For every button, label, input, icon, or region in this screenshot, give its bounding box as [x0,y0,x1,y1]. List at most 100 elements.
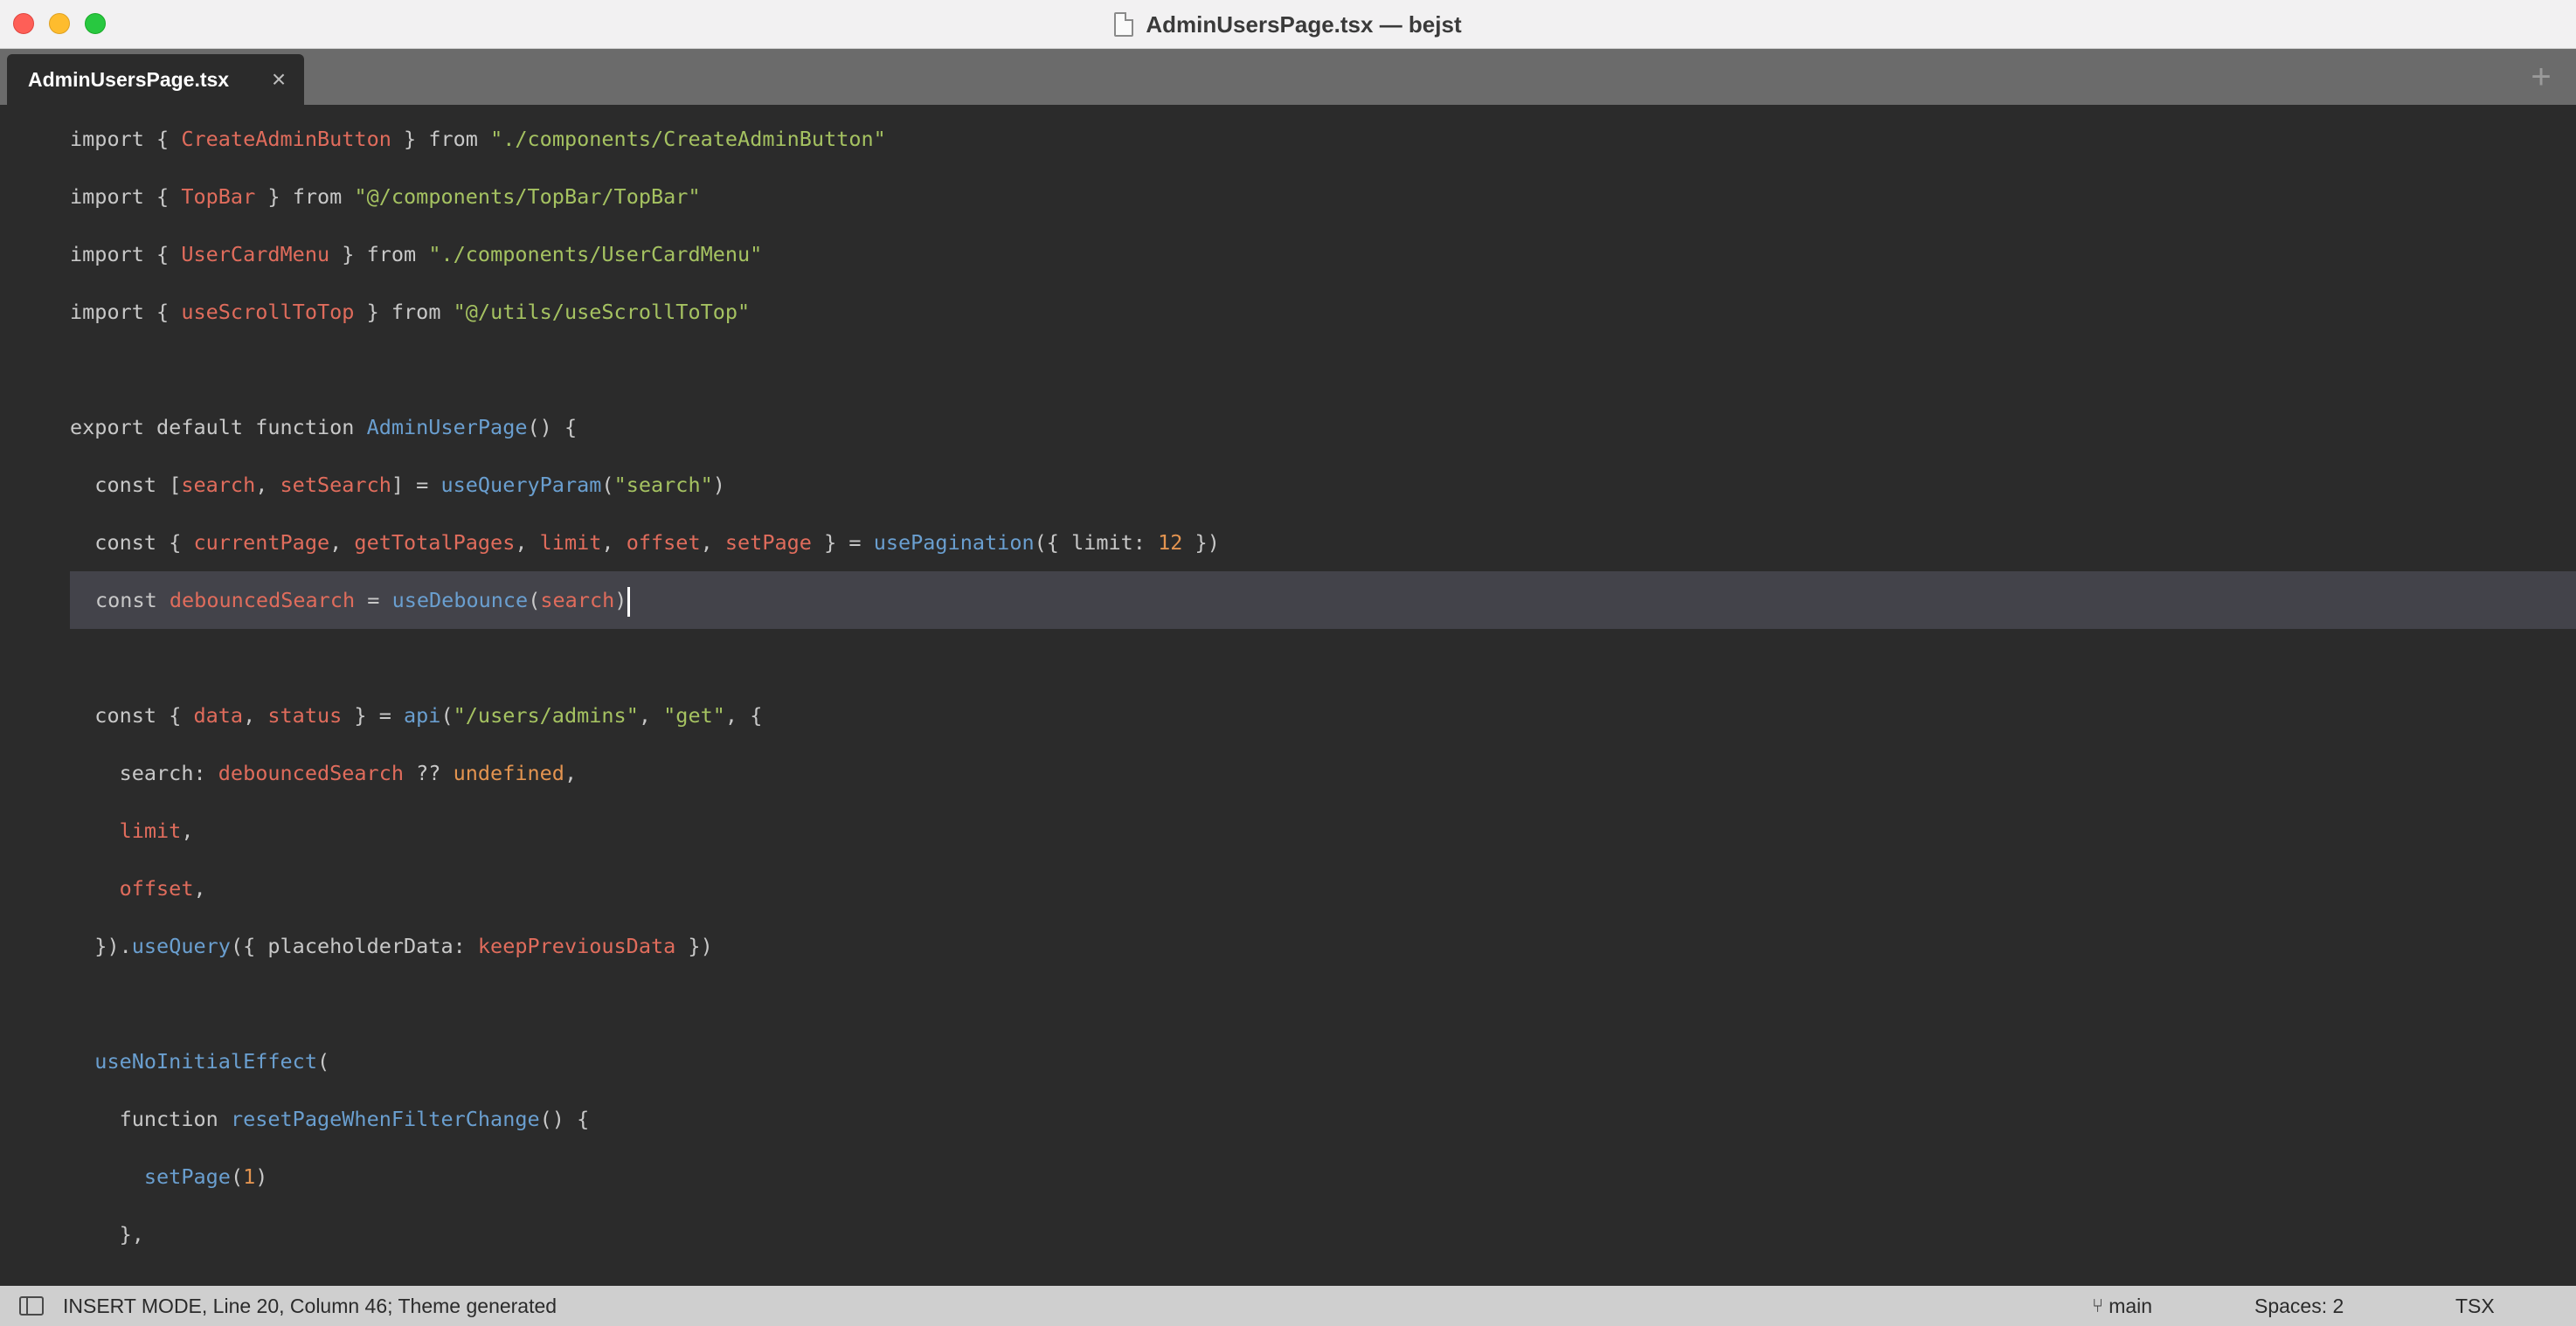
code-token: } = [811,530,874,555]
code-token: } [354,300,391,324]
code-line-active[interactable]: const debouncedSearch = useDebounce(sear… [70,571,2576,629]
code-token: , [181,818,194,843]
code-line[interactable]: function resetPageWhenFilterChange() { [0,1090,2576,1148]
code-token: "@/utils/useScrollToTop" [453,300,751,324]
code-line[interactable]: import { useScrollToTop } from "@/utils/… [0,283,2576,341]
code-token: } [255,184,293,209]
code-line[interactable]: limit, [0,802,2576,860]
code-text: function resetPageWhenFilterChange() { [70,1090,590,1148]
status-mode: INSERT MODE, Line 20, Column 46; Theme g… [63,1295,557,1317]
code-token: = [355,588,392,612]
code-token: limit [539,530,602,555]
title-bar: AdminUsersPage.tsx — bejst [0,0,2576,49]
code-text: import { useScrollToTop } from "@/utils/… [70,283,750,341]
code-line[interactable]: import { UserCardMenu } from "./componen… [0,225,2576,283]
code-token: useScrollToTop [181,300,355,324]
code-token: ( [528,588,541,612]
syntax-selector[interactable]: TSX [2455,1286,2495,1326]
code-line[interactable]: offset, [0,860,2576,917]
code-line[interactable] [0,629,2576,687]
code-token: { [156,242,182,266]
code-line[interactable]: import { TopBar } from "@/components/Top… [0,168,2576,225]
code-line[interactable] [0,341,2576,398]
code-token: CreateAdminButton [181,127,391,151]
code-token: api [404,703,441,728]
sidebar-toggle-icon[interactable] [19,1296,44,1316]
code-text: const { currentPage, getTotalPages, limi… [70,514,1220,571]
code-token: const [70,473,170,497]
code-token: }) [1182,530,1220,555]
code-token: } [391,127,429,151]
code-line[interactable]: setPage(1) [0,1148,2576,1205]
code-token: } = [342,703,405,728]
code-token: "/users/admins" [453,703,639,728]
code-line[interactable]: import { CreateAdminButton } from "./com… [0,110,2576,168]
code-line[interactable]: useNoInitialEffect( [0,1032,2576,1090]
code-token: , [329,530,355,555]
code-token: () { [527,415,578,439]
new-tab-button[interactable]: + [2524,59,2559,94]
code-text: limit, [70,802,194,860]
code-text: search: debouncedSearch ?? undefined, [70,744,578,802]
code-token: useQuery [131,934,231,958]
status-bar: INSERT MODE, Line 20, Column 46; Theme g… [0,1286,2576,1326]
code-token: ) [614,588,627,612]
code-token: const [70,530,170,555]
git-branch[interactable]: ⑂ main [2092,1286,2152,1326]
window-title: AdminUsersPage.tsx — bejst [1146,10,1462,38]
code-token: "search" [613,473,713,497]
code-token: function [70,1107,231,1131]
code-token: const [70,703,170,728]
code-line[interactable]: }, [0,1205,2576,1263]
code-token: "./components/UserCardMenu" [428,242,763,266]
code-token: from [366,242,429,266]
code-text: import { CreateAdminButton } from "./com… [70,110,886,168]
code-editor[interactable]: import { CreateAdminButton } from "./com… [0,105,2576,1286]
code-token: }, [70,1222,144,1247]
code-line[interactable]: export default function AdminUserPage() … [0,398,2576,456]
code-line[interactable]: }).useQuery({ placeholderData: keepPrevi… [0,917,2576,975]
code-token: 12 [1158,530,1183,555]
code-token: useQueryParam [440,473,602,497]
document-icon [1114,12,1134,37]
code-token: useNoInitialEffect [70,1049,317,1074]
code-token: , [193,876,206,901]
code-token: ] = [391,473,441,497]
code-token: , [601,530,627,555]
code-text: const debouncedSearch = useDebounce(sear… [95,571,631,629]
code-token: from [391,300,454,324]
code-text: import { TopBar } from "@/components/Top… [70,168,701,225]
code-line[interactable] [0,975,2576,1032]
code-line[interactable]: const { currentPage, getTotalPages, limi… [0,514,2576,571]
code-token: { [156,300,182,324]
code-token: { [169,703,194,728]
code-token: "get" [663,703,725,728]
code-token: search [181,473,256,497]
code-token: , { [724,703,763,728]
code-text: }).useQuery({ placeholderData: keepPrevi… [70,917,713,975]
code-token: useDebounce [391,588,529,612]
code-token: debouncedSearch [218,761,405,785]
code-token: keepPreviousData [477,934,676,958]
code-line[interactable]: const { data, status } = api("/users/adm… [0,687,2576,744]
code-token: ?? [404,761,454,785]
code-text: import { UserCardMenu } from "./componen… [70,225,762,283]
code-token: ( [440,703,454,728]
code-text: const { data, status } = api("/users/adm… [70,687,762,744]
code-token: usePagination [873,530,1035,555]
code-line[interactable]: const [search, setSearch] = useQueryPara… [0,456,2576,514]
tab-adminuserspage[interactable]: AdminUsersPage.tsx × [7,54,304,105]
code-text: offset, [70,860,206,917]
indentation-setting[interactable]: Spaces: 2 [2254,1286,2344,1326]
code-token: "@/components/TopBar/TopBar" [354,184,701,209]
code-token: ({ placeholderData: [230,934,478,958]
code-text: }, [70,1205,144,1263]
code-token: setPage [724,530,812,555]
tab-close-icon[interactable]: × [266,66,292,93]
code-text: setPage(1) [70,1148,268,1205]
tab-label: AdminUsersPage.tsx [28,67,230,91]
code-text: const [search, setSearch] = useQueryPara… [70,456,725,514]
code-line[interactable]: search: debouncedSearch ?? undefined, [0,744,2576,802]
code-token: }) [675,934,713,958]
code-token: , [515,530,540,555]
